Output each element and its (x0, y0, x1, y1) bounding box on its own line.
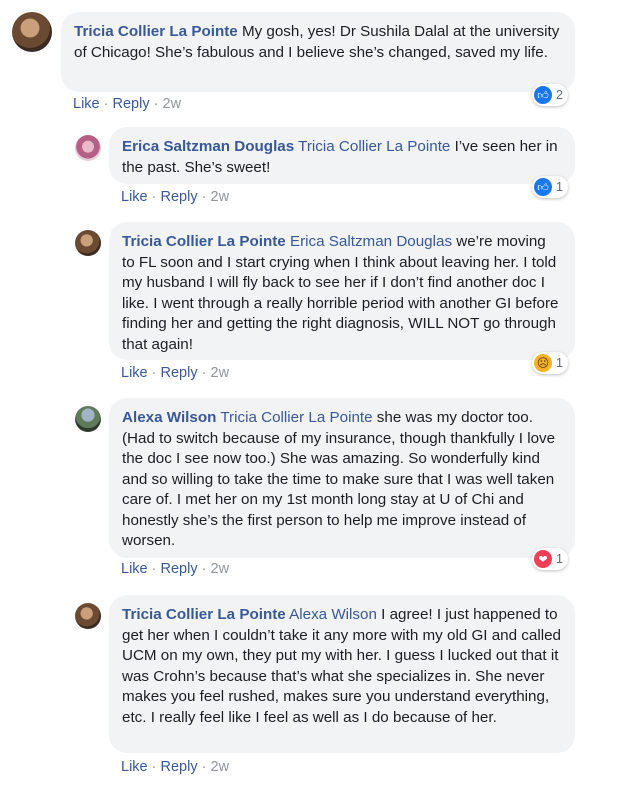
avatar[interactable] (75, 603, 101, 629)
author-name[interactable]: Tricia Collier La Pointe (122, 606, 286, 623)
mention-link[interactable]: Alexa Wilson (289, 606, 377, 623)
reply-link[interactable]: Reply (161, 759, 198, 775)
timestamp[interactable]: 2w (211, 759, 230, 775)
comment-5: Tricia Collier La Pointe Alexa Wilson I … (0, 0, 617, 791)
like-link[interactable]: Like (121, 759, 148, 775)
comment-text: I agree! I just happened to get her when… (122, 606, 561, 726)
comment-bubble: Tricia Collier La Pointe Alexa Wilson I … (109, 595, 575, 753)
comment-actions: Like · Reply · 2w (121, 759, 230, 775)
